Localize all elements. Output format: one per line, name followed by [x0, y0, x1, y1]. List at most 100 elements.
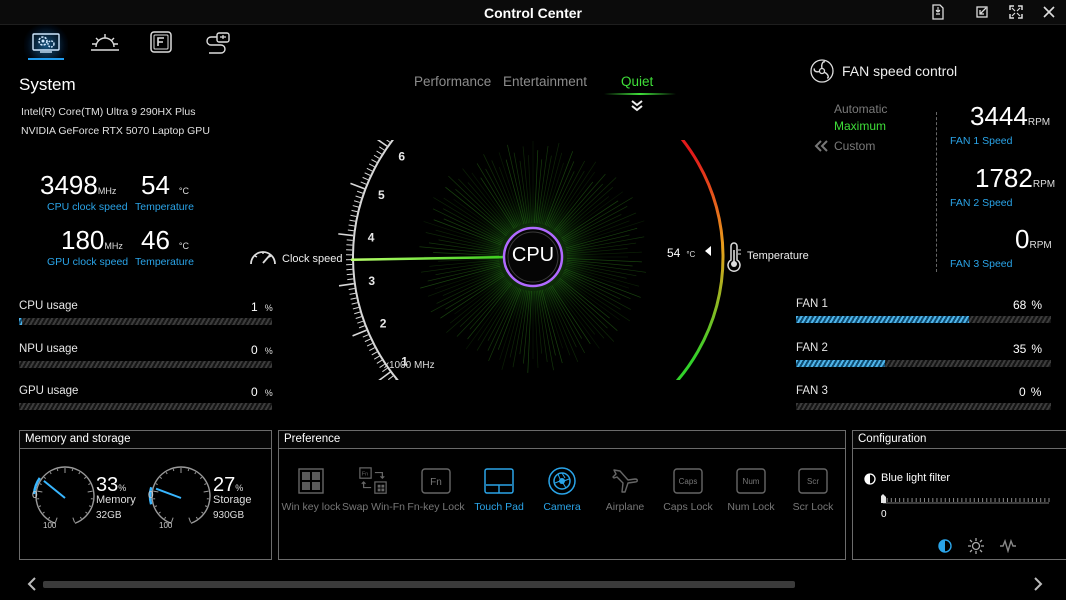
pref-win-key-lock[interactable]: Win key lock: [280, 468, 342, 513]
fan3-bar: [796, 403, 1051, 410]
chevron-double-left-icon[interactable]: [813, 139, 829, 158]
blue-light-value: 0: [881, 509, 887, 520]
blue-light-slider[interactable]: [881, 492, 1051, 504]
gpu-clock-caption: GPU clock speed: [47, 256, 129, 268]
pref-scr-lock[interactable]: Scr Scr Lock: [782, 468, 844, 513]
svg-text:Num: Num: [743, 477, 760, 486]
pref-label: Win key lock: [281, 501, 341, 513]
pref-touch-pad[interactable]: Touch Pad: [468, 468, 530, 513]
scroll-right-icon[interactable]: [1032, 576, 1044, 597]
configuration-title: Configuration: [853, 431, 1066, 449]
nav-display[interactable]: [83, 24, 127, 60]
plug-icon: [206, 32, 230, 54]
storage-size: 930GB: [213, 510, 245, 521]
blue-light-slider-track: [881, 494, 1050, 504]
nav-function-keys[interactable]: [139, 24, 183, 60]
num-icon: Num: [736, 468, 766, 494]
fan-option-custom[interactable]: Custom: [834, 139, 875, 153]
system-settings-icon: [32, 33, 60, 53]
fan3-speed-caption: FAN 3 Speed: [950, 258, 1013, 270]
pref-label: Caps Lock: [663, 501, 713, 513]
svg-text:Fn: Fn: [430, 477, 442, 488]
memory-gauge: [32, 466, 95, 524]
fan-control-title: FAN speed control: [842, 63, 958, 79]
memory-size: 32GB: [96, 510, 122, 521]
close-icon[interactable]: [1038, 2, 1060, 22]
usage-label-gpu: GPU usage: [19, 385, 79, 397]
storage-label: Storage: [213, 494, 252, 506]
cpu-temp-readout: 54 °C: [141, 170, 189, 201]
gpu-temp-value: 46: [141, 225, 170, 255]
temperature-pointer: [705, 246, 711, 256]
memory-gauge-max: 100: [43, 521, 57, 530]
clock-tick-label-2: 2: [380, 316, 387, 330]
clock-tick-label-4: 4: [368, 231, 375, 245]
display-brightness-icon: [91, 34, 119, 51]
touchpad-icon: [484, 468, 514, 494]
pref-label: Touch Pad: [474, 501, 524, 513]
fan3-label: FAN 3: [796, 385, 828, 397]
fan-option-maximum[interactable]: Maximum: [834, 119, 886, 133]
pref-num-lock[interactable]: Num Num Lock: [720, 468, 782, 513]
mode-quiet[interactable]: Quiet: [621, 74, 653, 89]
memory-gauge-min: 0: [32, 490, 38, 501]
nav-system-settings[interactable]: [24, 24, 68, 60]
fan1-percent: 68%: [1013, 298, 1043, 312]
pref-swap-win-fn[interactable]: Fn Swap Win-Fn: [342, 467, 405, 513]
system-title: System: [19, 75, 76, 94]
pref-label: Fn-key Lock: [407, 501, 465, 513]
thermometer-icon: [725, 242, 743, 277]
audio-wave-icon[interactable]: [999, 538, 1017, 558]
blue-light-label: Blue light filter: [881, 472, 951, 484]
pref-airplane[interactable]: Airplane: [594, 468, 656, 513]
nav-peripherals[interactable]: [196, 24, 240, 60]
report-icon[interactable]: [927, 2, 949, 22]
usage-bar-gpu: [19, 403, 272, 410]
fn-key-icon: Fn: [421, 468, 451, 494]
cpu-temp-caption: Temperature: [135, 201, 194, 213]
svg-text:Scr: Scr: [807, 477, 819, 486]
memory-label: Memory: [96, 494, 136, 506]
gpu-clock-value: 180: [61, 225, 105, 255]
pref-camera[interactable]: Camera: [531, 467, 593, 513]
pref-fn-key-lock[interactable]: Fn Fn-key Lock: [405, 468, 467, 513]
usage-value-gpu: 0%: [251, 385, 273, 399]
pref-caps-lock[interactable]: Caps Caps Lock: [657, 468, 719, 513]
fan2-label: FAN 2: [796, 342, 828, 354]
chevron-double-down-icon[interactable]: [630, 99, 644, 118]
clock-speed-label: Clock speed: [282, 253, 343, 265]
mode-performance[interactable]: Performance: [414, 74, 491, 89]
blue-light-icon: [864, 472, 876, 490]
gpu-temp-readout: 46 °C: [141, 225, 189, 256]
mode-entertainment[interactable]: Entertainment: [503, 74, 587, 89]
minimize-icon[interactable]: [971, 2, 993, 22]
preference-title: Preference: [279, 431, 845, 449]
scroll-left-icon[interactable]: [26, 576, 38, 597]
maximize-icon[interactable]: [1005, 2, 1027, 22]
usage-label-npu: NPU usage: [19, 343, 78, 355]
memory-storage-title: Memory and storage: [20, 431, 271, 449]
svg-text:Fn: Fn: [362, 471, 369, 477]
gpu-temp-unit: °C: [178, 241, 190, 251]
cpu-clock-value: 3498: [40, 170, 98, 200]
fan1-speed-caption: FAN 1 Speed: [950, 135, 1013, 147]
mode-active-underline: [604, 93, 676, 95]
fan3-rpm: 0RPM: [1015, 224, 1052, 254]
brightness-icon[interactable]: [968, 538, 984, 559]
win-key-icon: [296, 468, 326, 494]
gpu-clock-readout: 180MHz: [61, 225, 123, 256]
cpu-name: Intel(R) Core(TM) Ultra 9 290HX Plus: [21, 106, 196, 118]
function-key-icon: [150, 31, 172, 53]
horizontal-scrollbar[interactable]: [43, 581, 795, 588]
cpu-clock-caption: CPU clock speed: [47, 201, 128, 213]
fan-option-automatic[interactable]: Automatic: [834, 102, 887, 116]
cpu-temp-value: 54: [141, 170, 170, 200]
cpu-temp-unit: °C: [178, 186, 190, 196]
cpu-center-label: CPU: [511, 244, 555, 266]
storage-gauge: [148, 466, 211, 524]
contrast-icon[interactable]: [938, 539, 952, 558]
storage-gauge-min: 0: [148, 490, 154, 501]
clock-tick-label-5: 5: [378, 188, 385, 202]
pref-label: Camera: [543, 501, 581, 513]
fan2-rpm: 1782RPM: [975, 163, 1056, 193]
